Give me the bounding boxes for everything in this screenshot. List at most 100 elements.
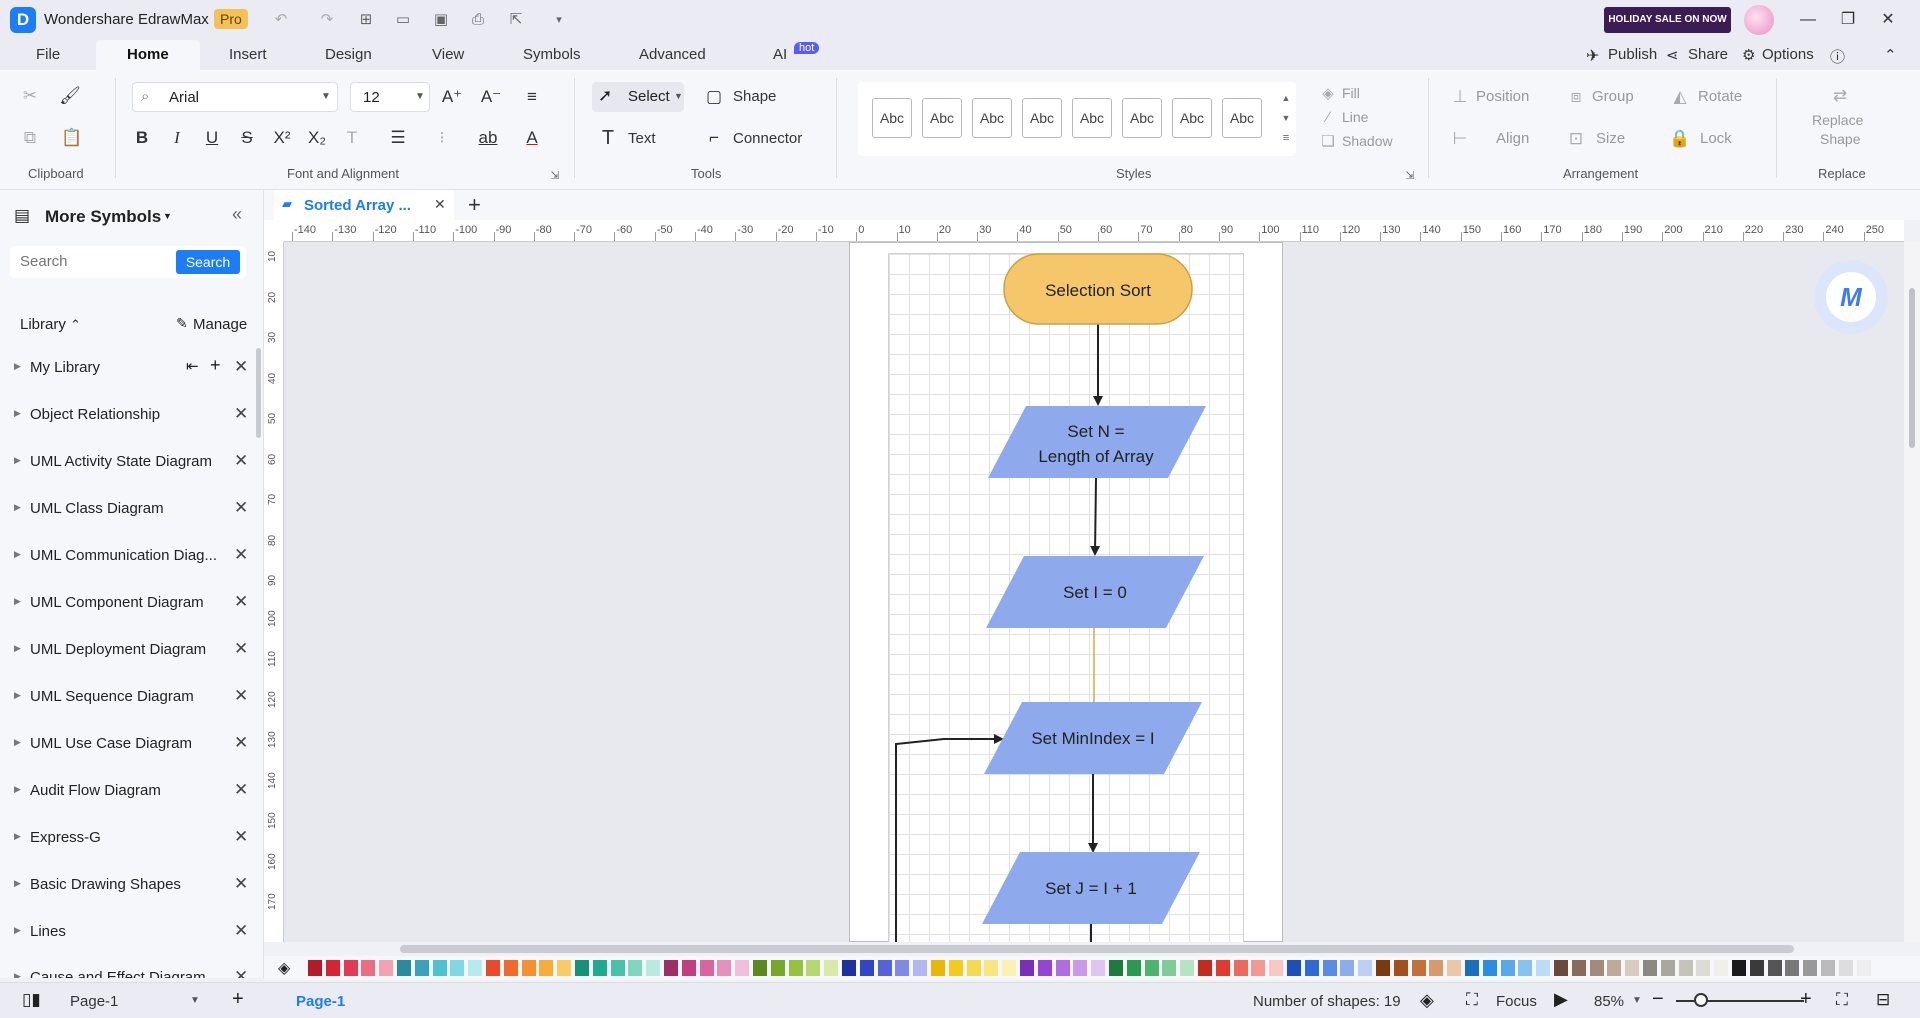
color-swatch[interactable] [1465,960,1479,976]
color-swatch[interactable] [1803,960,1818,976]
library-item[interactable]: ▶ Object Relationship ✕ [0,395,256,435]
manage-button[interactable]: Manage [193,316,247,333]
close-window-icon[interactable]: ✕ [1876,8,1900,32]
color-swatch[interactable] [397,960,411,976]
library-item[interactable]: ▶ Cause and Effect Diagram ✕ [0,958,256,978]
style-sample[interactable]: Abc [1122,98,1162,138]
style-sample[interactable]: Abc [872,98,912,138]
chevron-down-icon[interactable]: ▼ [190,995,200,1006]
color-swatch[interactable] [1126,960,1141,976]
export-icon[interactable]: ⇱ [505,9,527,31]
color-swatch[interactable] [806,960,821,976]
copy-icon[interactable]: ⧉ [18,126,42,150]
strikethrough-icon[interactable]: S [235,126,259,150]
focus-button[interactable]: Focus [1496,993,1537,1010]
style-sample[interactable]: Abc [972,98,1012,138]
color-swatch[interactable] [646,960,661,976]
color-swatch[interactable] [1269,960,1284,976]
color-swatch[interactable] [628,960,643,976]
style-sample[interactable]: Abc [1022,98,1062,138]
close-icon[interactable]: ✕ [234,639,248,659]
help-icon[interactable]: ⓘ [1830,46,1845,67]
library-item[interactable]: ▶ UML Activity State Diagram ✕ [0,442,256,482]
color-swatch[interactable] [931,960,945,976]
color-swatch[interactable] [1002,960,1017,976]
color-swatch[interactable] [1571,960,1586,976]
color-swatch[interactable] [1393,960,1408,976]
styles-more-icon[interactable]: ≡ [1274,126,1298,150]
color-swatch[interactable] [1732,960,1746,976]
chevron-up-icon[interactable]: ⌃ [70,317,81,333]
tab-design[interactable]: Design [325,46,372,63]
color-swatch[interactable] [503,960,518,976]
close-icon[interactable]: ✕ [234,686,248,706]
style-sample[interactable]: Abc [1172,98,1212,138]
color-swatch[interactable] [557,960,572,976]
highlight-icon[interactable]: ab [476,126,500,150]
shadow-button[interactable]: Shadow [1342,133,1393,149]
connector-step1-to-step2[interactable] [1090,477,1101,556]
options-button[interactable]: Options [1762,46,1814,63]
collapse-ribbon-icon[interactable]: ⌃ [1884,46,1897,64]
size-button[interactable]: Size [1596,130,1625,147]
ai-assistant-button[interactable]: M [1814,260,1888,334]
focus-icon[interactable]: ⛶ [1466,990,1478,1010]
more-symbols-title[interactable]: More Symbols [45,207,161,227]
group-button[interactable]: Group [1592,88,1634,105]
color-swatch[interactable] [1678,960,1693,976]
group-icon[interactable]: ⧈ [1564,85,1588,109]
library-item[interactable]: ▶ Lines ✕ [0,912,256,952]
tab-insert[interactable]: Insert [229,46,267,63]
color-swatch[interactable] [1767,960,1782,976]
zoom-in-icon[interactable]: + [1800,988,1812,1011]
color-swatch[interactable] [1643,960,1657,976]
new-file-icon[interactable]: ⊞ [355,9,377,31]
color-swatch[interactable] [984,960,999,976]
library-item[interactable]: ▶ UML Deployment Diagram ✕ [0,630,256,670]
text-tool-button[interactable]: Text [628,130,656,147]
chevron-down-icon[interactable]: ▼ [163,211,172,221]
quick-access-more-icon[interactable]: ▾ [548,9,570,31]
document-tab[interactable]: ▰ Sorted Array ... ✕ [274,190,454,220]
close-icon[interactable]: ✕ [234,451,248,471]
restore-icon[interactable]: ❐ [1836,8,1860,32]
color-swatch[interactable] [468,960,483,976]
color-swatch[interactable] [1091,960,1106,976]
tab-view[interactable]: View [432,46,464,63]
pro-badge[interactable]: Pro [214,9,248,29]
position-button[interactable]: Position [1476,88,1529,105]
cut-icon[interactable]: ✂ [18,84,42,108]
close-icon[interactable]: ✕ [234,592,248,612]
color-swatch[interactable] [379,960,394,976]
fill-bucket-icon[interactable]: ◈ [278,958,290,978]
color-swatch[interactable] [1215,960,1230,976]
align-button[interactable]: Align [1496,130,1529,147]
decrease-font-icon[interactable]: A⁻ [479,85,503,109]
color-swatch[interactable] [1055,960,1070,976]
bold-icon[interactable]: B [130,126,154,150]
color-swatch[interactable] [948,960,963,976]
undo-icon[interactable]: ↶ [270,9,292,31]
underline-icon[interactable]: U [200,126,224,150]
color-swatch[interactable] [1625,960,1640,976]
color-swatch[interactable] [735,960,750,976]
align-icon[interactable]: ≡ [520,85,544,109]
library-item[interactable]: ▶ Express-G ✕ [0,818,256,858]
color-swatch[interactable] [717,960,732,976]
color-swatch[interactable] [1304,960,1319,976]
panel-scrollbar[interactable] [256,348,261,438]
color-swatch[interactable] [1376,960,1390,976]
page-selector[interactable]: Page-1 [70,993,118,1010]
close-icon[interactable]: ✕ [234,874,248,894]
color-swatch[interactable] [1073,960,1088,976]
color-swatch[interactable] [1482,960,1497,976]
layers-icon[interactable]: ◈ [1420,990,1434,1011]
publish-button[interactable]: Publish [1608,46,1657,63]
library-item[interactable]: ▶ Basic Drawing Shapes ✕ [0,865,256,905]
color-swatch[interactable] [1607,960,1622,976]
color-swatch[interactable] [1838,960,1853,976]
color-swatch[interactable] [361,960,376,976]
color-swatch[interactable] [966,960,981,976]
gear-icon[interactable]: ⚙ [1742,46,1755,64]
search-input[interactable] [20,253,180,270]
